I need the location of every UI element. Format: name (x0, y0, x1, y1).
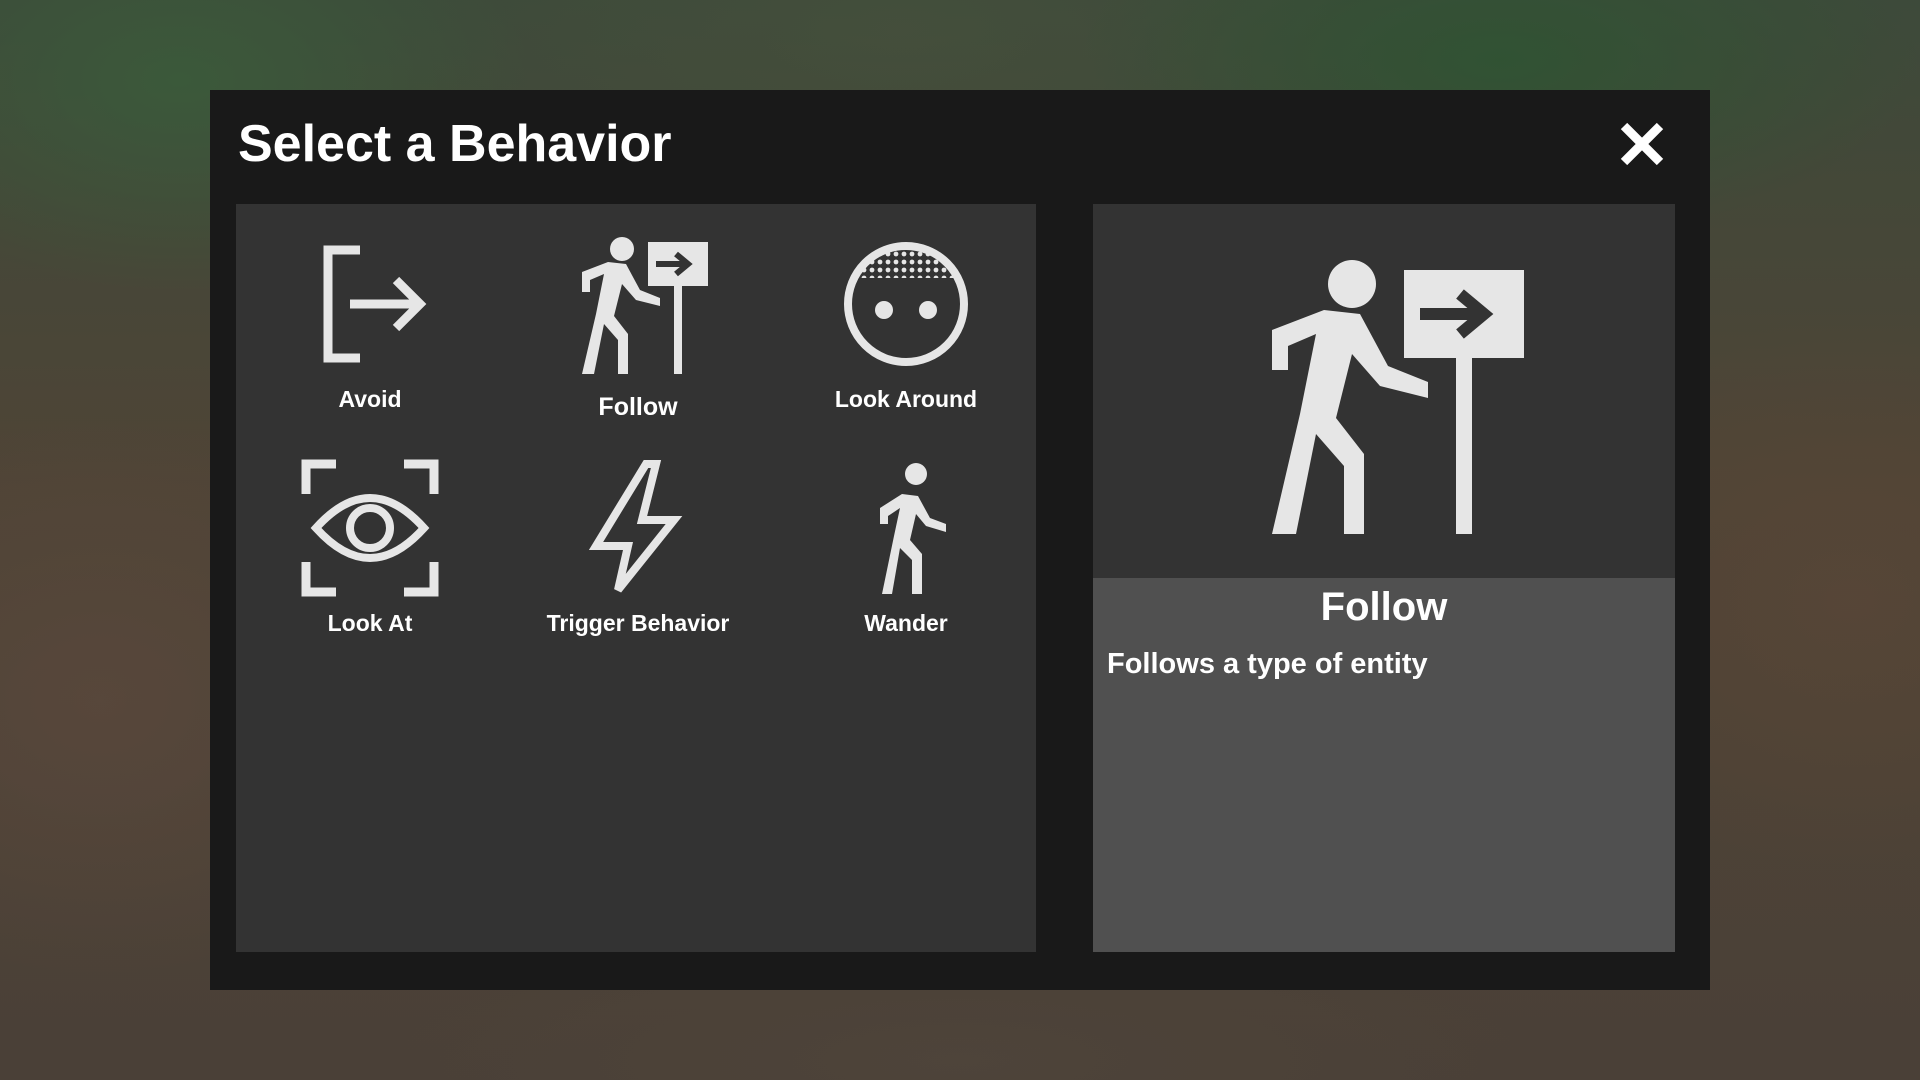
behavior-detail-panel: Follow Follows a type of entity (1093, 204, 1675, 952)
behavior-label: Avoid (338, 386, 402, 412)
close-button[interactable] (1610, 112, 1674, 176)
close-icon (1620, 122, 1664, 166)
selected-behavior-description: Follows a type of entity (1107, 648, 1428, 680)
behavior-tile-trigger-behavior[interactable]: Trigger Behavior (504, 438, 772, 658)
behavior-label: Trigger Behavior (546, 610, 730, 636)
exit-arrow-icon (300, 234, 440, 374)
behavior-label: Follow (598, 393, 678, 421)
person-sign-icon (1244, 254, 1524, 534)
behavior-label: Look At (327, 610, 413, 636)
face-icon (836, 234, 976, 374)
dialog-title: Select a Behavior (238, 115, 672, 173)
behavior-grid: Avoid Follow Look Around Look At Trigger… (236, 204, 1036, 952)
behavior-tile-avoid[interactable]: Avoid (236, 214, 504, 434)
person-sign-icon (568, 234, 708, 374)
behavior-dialog: Select a Behavior Avoid Follow Look Arou… (210, 90, 1710, 990)
behavior-label: Look Around (834, 386, 978, 412)
behavior-tile-wander[interactable]: Wander (772, 438, 1040, 658)
eye-focus-icon (300, 458, 440, 598)
detail-icon-area (1093, 204, 1675, 578)
behavior-tile-follow[interactable]: Follow (504, 214, 772, 434)
walking-person-icon (836, 458, 976, 598)
behavior-tile-look-at[interactable]: Look At (236, 438, 504, 658)
behavior-tile-look-around[interactable]: Look Around (772, 214, 1040, 434)
behavior-label: Wander (864, 610, 948, 636)
selected-behavior-name: Follow (1320, 585, 1448, 629)
lightning-icon (568, 458, 708, 598)
